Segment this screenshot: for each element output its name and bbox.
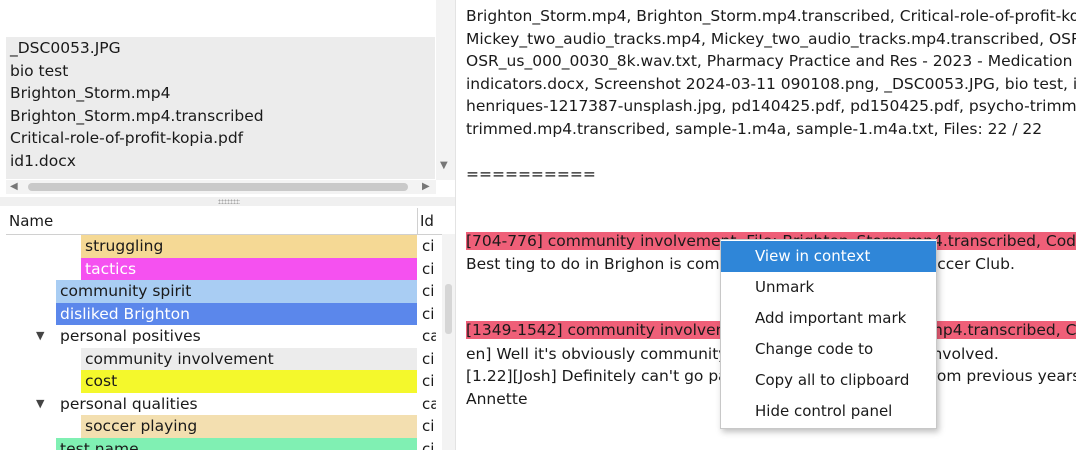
menu-item-view-in-context[interactable]: View in context — [721, 241, 936, 272]
code-label[interactable]: cost — [81, 370, 417, 393]
code-label[interactable]: community spirit — [56, 280, 417, 303]
file-list-pane: _DSC0053.JPG bio test Brighton_Storm.mp4… — [0, 0, 455, 197]
code-tree-row[interactable]: ▼ personal positives ca — [6, 325, 436, 348]
menu-item-hide-control-panel[interactable]: Hide control panel — [721, 396, 936, 427]
menu-item-copy-all-to-clipboard[interactable]: Copy all to clipboard — [721, 365, 936, 396]
scroll-down-arrow-icon[interactable]: ▼ — [440, 160, 448, 171]
code-id: ci — [422, 282, 435, 300]
code-id: ca — [422, 394, 436, 413]
code-tree-row[interactable]: ▼ personal qualities ca — [6, 393, 436, 416]
menu-item-unmark[interactable]: Unmark — [721, 272, 936, 303]
splitter-grip-icon[interactable] — [218, 199, 240, 204]
expand-caret-icon[interactable]: ▼ — [36, 393, 44, 416]
code-id: ci — [422, 349, 435, 368]
file-list-line: henriques-1217387-unsplash.jpg, pd140425… — [466, 97, 1076, 115]
file-list-line: Mickey_two_audio_tracks.mp4, Mickey_two_… — [466, 30, 1076, 48]
file-list-item[interactable]: _DSC0053.JPG — [6, 37, 435, 60]
scrollbar-thumb[interactable] — [28, 183, 408, 191]
column-header-name[interactable]: Name — [9, 208, 53, 234]
code-tree-row[interactable]: community spirit ci — [6, 280, 436, 303]
expand-caret-icon[interactable]: ▼ — [36, 325, 44, 348]
file-list-item[interactable]: Critical-role-of-profit-kopia.pdf — [6, 127, 435, 150]
file-list-item[interactable]: Brighton_Storm.mp4 — [6, 82, 435, 105]
menu-item-change-code-to[interactable]: Change code to — [721, 334, 936, 365]
menu-item-add-important-mark[interactable]: Add important mark — [721, 303, 936, 334]
file-list[interactable]: _DSC0053.JPG bio test Brighton_Storm.mp4… — [6, 37, 435, 179]
file-list-line: OSR_us_000_0030_8k.wav.txt, Pharmacy Pra… — [466, 52, 1076, 70]
code-label[interactable]: struggling — [81, 235, 417, 258]
code-tree-row[interactable]: soccer playing ci — [6, 415, 436, 438]
code-id: ca — [422, 327, 436, 345]
separator-line: ========== — [466, 165, 596, 183]
code-label[interactable]: soccer playing — [81, 415, 417, 438]
code-tree-row[interactable]: struggling ci — [6, 235, 436, 258]
file-list-horizontal-scrollbar[interactable]: ◀ ▶ — [6, 180, 436, 194]
code-id: ci — [422, 259, 435, 278]
code-id: ci — [422, 417, 435, 435]
code-label[interactable]: personal positives — [56, 325, 417, 348]
code-id: ci — [422, 372, 435, 390]
column-header-id[interactable]: Id — [420, 208, 438, 234]
file-list-line: Brighton_Storm.mp4, Brighton_Storm.mp4.t… — [466, 7, 1076, 25]
code-label[interactable]: tactics — [81, 257, 417, 280]
scroll-left-arrow-icon[interactable]: ◀ — [10, 180, 18, 194]
code-tree-row[interactable]: test name ci — [6, 437, 436, 450]
file-list-line: trimmed.mp4.transcribed, sample-1.m4a, s… — [466, 120, 1043, 138]
code-tree-row[interactable]: community involvement ci — [6, 347, 436, 370]
code-id: ci — [422, 439, 435, 450]
code-id: ci — [422, 237, 435, 255]
file-list-item[interactable]: Brighton_Storm.mp4.transcribed — [6, 105, 435, 128]
code-tree-row[interactable]: cost ci — [6, 370, 436, 393]
code-id: ci — [422, 304, 435, 323]
code-tree-row[interactable]: tactics ci — [6, 257, 436, 280]
pane-splitter[interactable] — [0, 197, 455, 206]
file-list-item[interactable]: id1.docx — [6, 150, 435, 173]
context-menu: View in context Unmark Add important mar… — [720, 239, 937, 429]
segment-text: Annette — [466, 390, 528, 408]
column-separator[interactable] — [417, 208, 418, 234]
file-list-vertical-scrollbar[interactable]: ▼ — [436, 0, 455, 180]
scrollbar-thumb[interactable] — [445, 284, 452, 334]
file-list-item[interactable]: bio test — [6, 60, 435, 83]
scroll-right-arrow-icon[interactable]: ▶ — [422, 180, 430, 194]
code-tree-row[interactable]: disliked Brighton ci — [6, 302, 436, 325]
code-label[interactable]: test name — [56, 437, 417, 450]
file-list-line: indicators.docx, Screenshot 2024-03-11 0… — [466, 75, 1076, 93]
code-label[interactable]: community involvement — [81, 347, 417, 370]
code-tree-header: Name Id — [6, 208, 455, 235]
code-tree-vertical-scrollbar[interactable] — [442, 234, 455, 450]
code-tree: Name Id struggling ci tactics ci community s… — [6, 208, 455, 450]
code-label[interactable]: disliked Brighton — [56, 302, 417, 325]
code-label[interactable]: personal qualities — [56, 393, 417, 416]
